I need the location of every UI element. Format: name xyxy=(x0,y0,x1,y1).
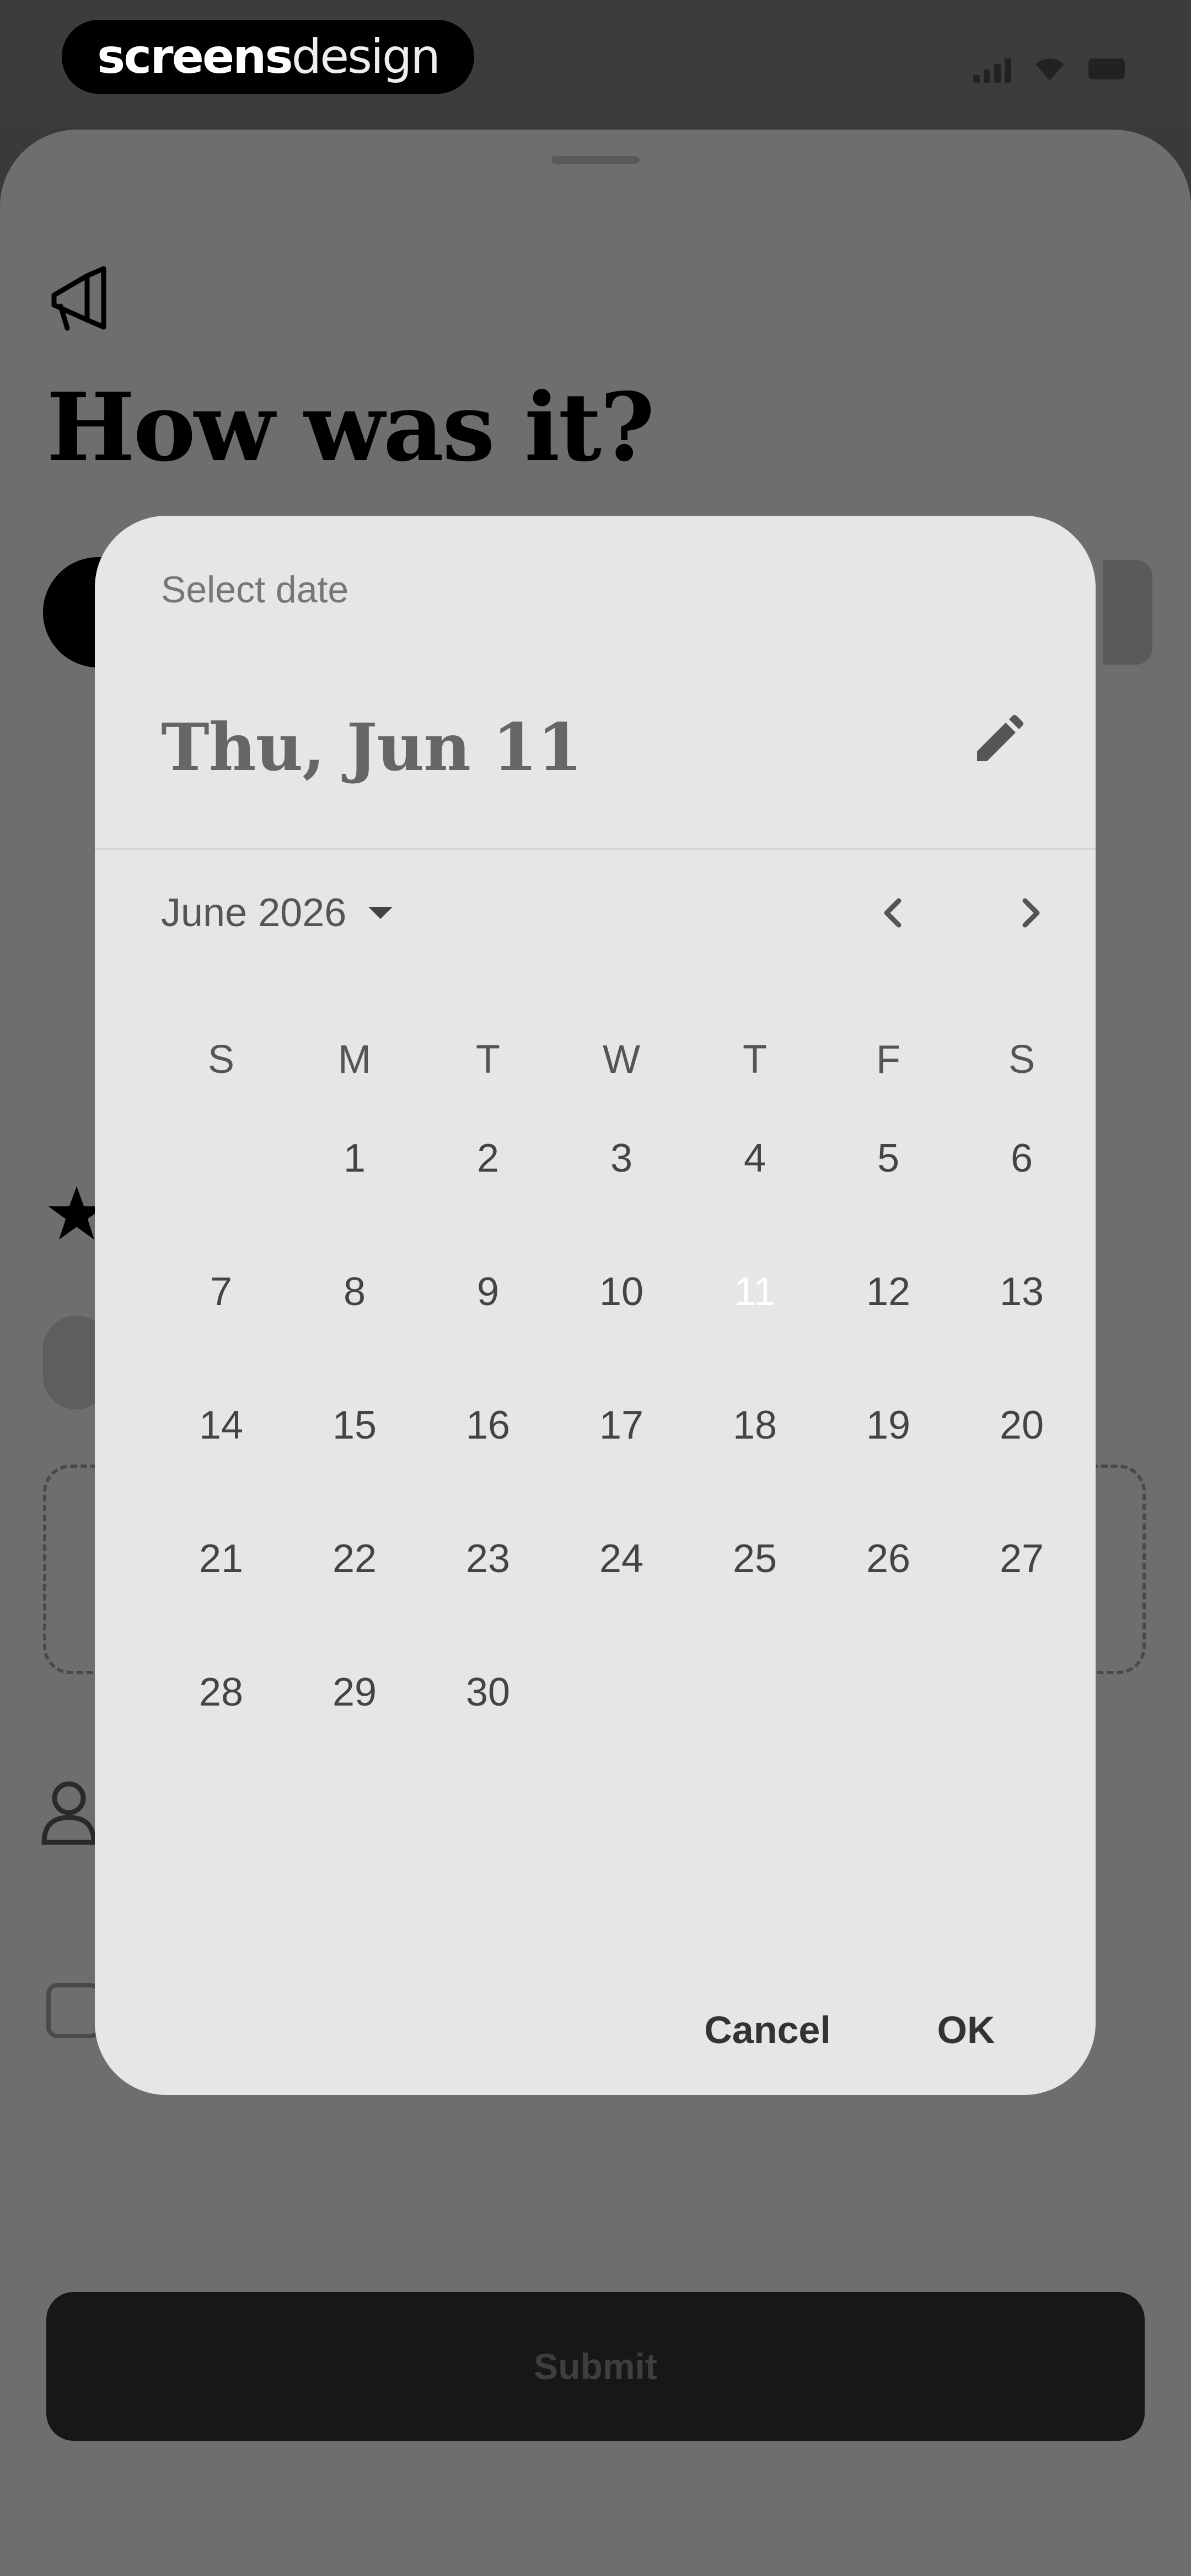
status-icons xyxy=(973,52,1125,85)
day-cell[interactable]: 30 xyxy=(421,1626,555,1759)
day-number: 4 xyxy=(743,1136,766,1180)
day-cell[interactable]: 8 xyxy=(288,1225,421,1359)
day-number: 16 xyxy=(465,1403,511,1447)
chevron-right-icon xyxy=(1022,898,1040,928)
day-cell[interactable]: 9 xyxy=(421,1225,555,1359)
weekday-label: T xyxy=(743,1038,767,1082)
day-number: 9 xyxy=(476,1270,500,1314)
weekday-label: W xyxy=(603,1038,640,1082)
day-number: 18 xyxy=(732,1403,777,1447)
brand-logo: screensdesign xyxy=(62,20,474,94)
checkbox[interactable] xyxy=(46,1983,101,2038)
pencil-icon[interactable] xyxy=(966,712,1027,772)
weekday-label: M xyxy=(338,1038,371,1082)
day-number: 27 xyxy=(999,1537,1044,1581)
day-cell[interactable]: 24 xyxy=(555,1492,688,1626)
weekday-label: S xyxy=(1008,1038,1036,1082)
day-cell[interactable]: 5 xyxy=(822,1092,955,1225)
day-cell[interactable]: 15 xyxy=(288,1359,421,1492)
day-cell[interactable]: 17 xyxy=(555,1359,688,1492)
battery-icon xyxy=(1088,58,1125,79)
day-number: 22 xyxy=(332,1537,377,1581)
day-number: 30 xyxy=(465,1670,511,1714)
day-number: 14 xyxy=(198,1403,244,1447)
weekday-label: S xyxy=(207,1038,235,1082)
brand-light-text: design xyxy=(291,29,441,84)
megaphone-icon xyxy=(51,266,106,331)
day-cell[interactable]: 20 xyxy=(955,1359,1088,1492)
date-picker-dialog: Select date Thu, Jun 11 June 2026 S M T W T F… xyxy=(95,516,1096,2095)
month-year-label: June 2026 xyxy=(161,891,347,935)
day-cell[interactable]: 12 xyxy=(822,1225,955,1359)
day-number: 10 xyxy=(599,1270,644,1314)
day-cell[interactable]: 6 xyxy=(955,1092,1088,1225)
dialog-header-label: Select date xyxy=(161,569,349,611)
day-number: 19 xyxy=(866,1403,911,1447)
status-bar: screensdesign xyxy=(0,0,1191,127)
next-month-button[interactable] xyxy=(996,885,1063,940)
day-cell[interactable]: 10 xyxy=(555,1225,688,1359)
day-cell[interactable]: 21 xyxy=(154,1492,288,1626)
day-number: 20 xyxy=(999,1403,1044,1447)
day-cell[interactable]: 2 xyxy=(421,1092,555,1225)
day-number: 5 xyxy=(877,1136,900,1180)
previous-month-button[interactable] xyxy=(861,885,927,940)
day-cell[interactable]: 28 xyxy=(154,1626,288,1759)
day-cell[interactable]: 22 xyxy=(288,1492,421,1626)
day-cell[interactable]: 26 xyxy=(822,1492,955,1626)
field-label xyxy=(46,805,79,838)
time-chip[interactable] xyxy=(1103,560,1152,665)
day-cell[interactable]: 13 xyxy=(955,1225,1088,1359)
ok-button[interactable]: OK xyxy=(911,1994,1021,2066)
day-cell[interactable]: 18 xyxy=(688,1359,822,1492)
day-number: 25 xyxy=(732,1537,777,1581)
day-number: 17 xyxy=(599,1403,644,1447)
day-number: 1 xyxy=(343,1136,366,1180)
person-icon xyxy=(41,1781,96,1845)
day-cell[interactable]: 25 xyxy=(688,1492,822,1626)
selected-day-cell[interactable]: 11 xyxy=(688,1225,822,1359)
day-cell[interactable]: 7 xyxy=(154,1225,288,1359)
day-number: 3 xyxy=(610,1136,633,1180)
day-cell[interactable]: 14 xyxy=(154,1359,288,1492)
day-number: 23 xyxy=(465,1537,511,1581)
sheet-grabber[interactable] xyxy=(551,156,640,164)
day-number: 26 xyxy=(866,1537,911,1581)
wifi-icon xyxy=(1036,58,1064,81)
day-cell[interactable]: 4 xyxy=(688,1092,822,1225)
caret-down-icon xyxy=(368,907,393,919)
day-number: 12 xyxy=(866,1270,911,1314)
field-value xyxy=(46,907,79,940)
weekday-label: T xyxy=(476,1038,500,1082)
chevron-left-icon xyxy=(884,898,902,928)
cancel-button[interactable]: Cancel xyxy=(690,1994,845,2066)
day-number: 2 xyxy=(476,1136,500,1180)
day-cell[interactable]: 23 xyxy=(421,1492,555,1626)
day-cell[interactable]: 19 xyxy=(822,1359,955,1492)
selected-date-headline: Thu, Jun 11 xyxy=(161,709,582,785)
day-number: 21 xyxy=(198,1537,244,1581)
signal-icon xyxy=(973,55,1011,83)
day-cell[interactable]: 1 xyxy=(288,1092,421,1225)
month-year-dropdown[interactable]: June 2026 xyxy=(161,885,393,940)
day-cell[interactable]: 29 xyxy=(288,1626,421,1759)
day-number: 6 xyxy=(1010,1136,1033,1180)
day-number: 13 xyxy=(999,1270,1044,1314)
day-number: 11 xyxy=(734,1270,776,1314)
day-number: 15 xyxy=(332,1403,377,1447)
weekday-label: F xyxy=(876,1038,900,1082)
day-cell[interactable]: 27 xyxy=(955,1492,1088,1626)
brand-bold-text: screens xyxy=(97,29,293,84)
submit-button[interactable]: Submit xyxy=(46,2292,1145,2441)
day-number: 24 xyxy=(599,1537,644,1581)
day-number: 29 xyxy=(332,1670,377,1714)
day-cell[interactable]: 3 xyxy=(555,1092,688,1225)
day-cell[interactable]: 16 xyxy=(421,1359,555,1492)
day-number: 8 xyxy=(343,1270,366,1314)
day-number: 7 xyxy=(210,1270,233,1314)
page-title: How was it? xyxy=(46,372,655,483)
day-number: 28 xyxy=(198,1670,244,1714)
header-divider xyxy=(95,848,1096,850)
